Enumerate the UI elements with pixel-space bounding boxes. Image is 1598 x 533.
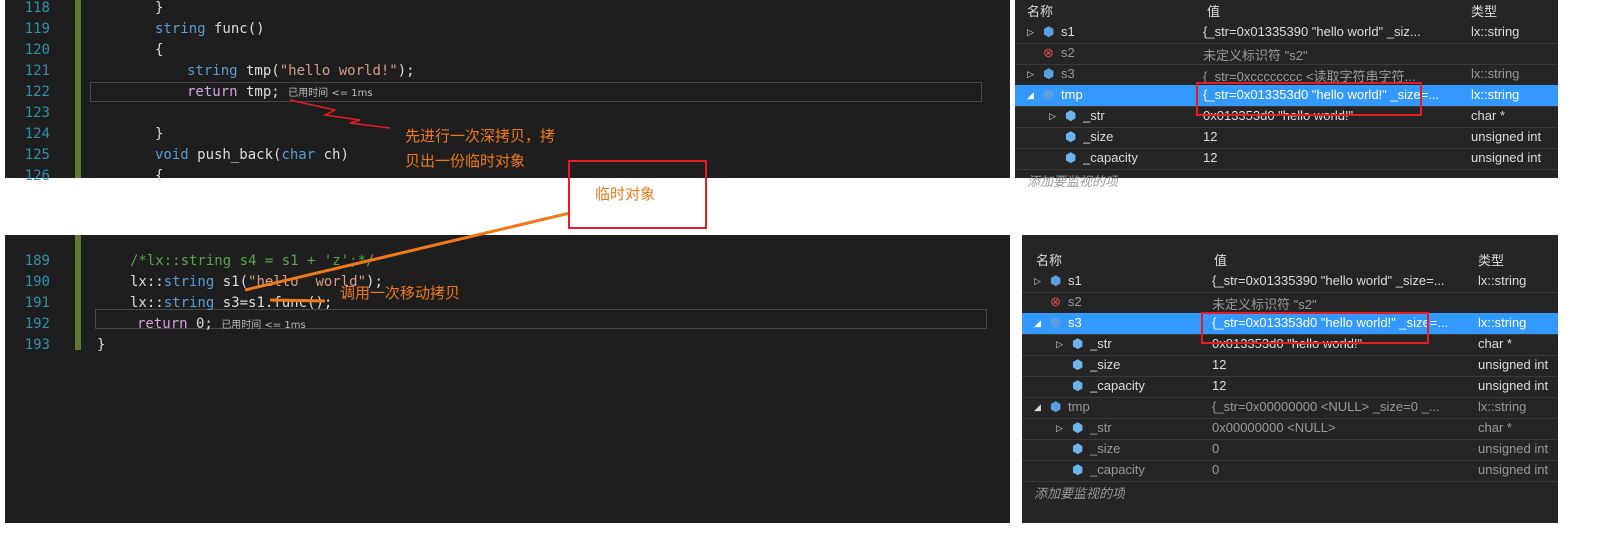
move-copy-note: 调用一次移动拷贝 <box>340 284 461 302</box>
orange-arrow <box>244 211 571 292</box>
temp-object-label: 临时对象 <box>595 185 656 203</box>
orange-strike <box>269 298 326 303</box>
s3-value-box <box>1201 312 1429 344</box>
deep-copy-note: 先进行一次深拷贝，拷 <box>405 127 556 145</box>
deep-copy-note-2: 贝出一份临时对象 <box>405 152 526 170</box>
tmp-value-box <box>1196 82 1422 116</box>
annotation-arrows <box>244 99 571 303</box>
red-lightning-arrow <box>289 99 391 129</box>
